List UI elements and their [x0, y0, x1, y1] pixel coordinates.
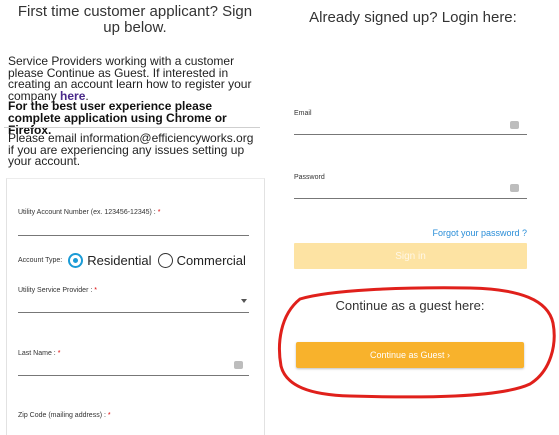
password-input[interactable]: [294, 198, 527, 199]
login-heading: Already signed up? Login here:: [309, 9, 517, 26]
last-name-label: Last Name : *: [18, 350, 61, 357]
forgot-password-link[interactable]: Forgot your password ?: [380, 228, 527, 238]
last-name-input[interactable]: [18, 375, 249, 376]
password-label: Password: [294, 174, 325, 181]
email-label: Email: [294, 110, 312, 117]
utility-account-input[interactable]: [18, 235, 249, 236]
support-notice: Please email information@efficiencyworks…: [8, 131, 254, 168]
signup-form: [6, 178, 265, 435]
chevron-down-icon[interactable]: [241, 299, 247, 303]
signup-heading: First time customer applicant? Sign up b…: [17, 3, 253, 36]
utility-provider-select[interactable]: [18, 312, 249, 313]
zip-code-label: Zip Code (mailing address) : *: [18, 412, 111, 419]
utility-account-label: Utility Account Number (ex. 123456-12345…: [18, 209, 161, 216]
account-type-group: Account Type: Residential Commercial: [18, 253, 252, 268]
autofill-icon: [510, 121, 519, 129]
autofill-icon: [510, 184, 519, 192]
residential-label[interactable]: Residential: [87, 253, 151, 268]
divider: [4, 127, 260, 128]
email-input[interactable]: [294, 134, 527, 135]
autofill-icon: [234, 361, 243, 369]
residential-radio[interactable]: [68, 253, 84, 268]
account-type-label: Account Type:: [18, 257, 63, 264]
commercial-radio[interactable]: [157, 253, 173, 268]
sign-in-button[interactable]: Sign in: [294, 243, 527, 269]
guest-heading: Continue as a guest here:: [335, 298, 485, 313]
service-provider-notice: Service Providers working with a custome…: [8, 54, 252, 103]
utility-provider-label: Utility Service Provider : *: [18, 287, 97, 294]
continue-as-guest-button[interactable]: Continue as Guest ›: [296, 342, 524, 368]
commercial-label[interactable]: Commercial: [177, 253, 246, 268]
chevron-right-icon: ›: [447, 350, 451, 360]
